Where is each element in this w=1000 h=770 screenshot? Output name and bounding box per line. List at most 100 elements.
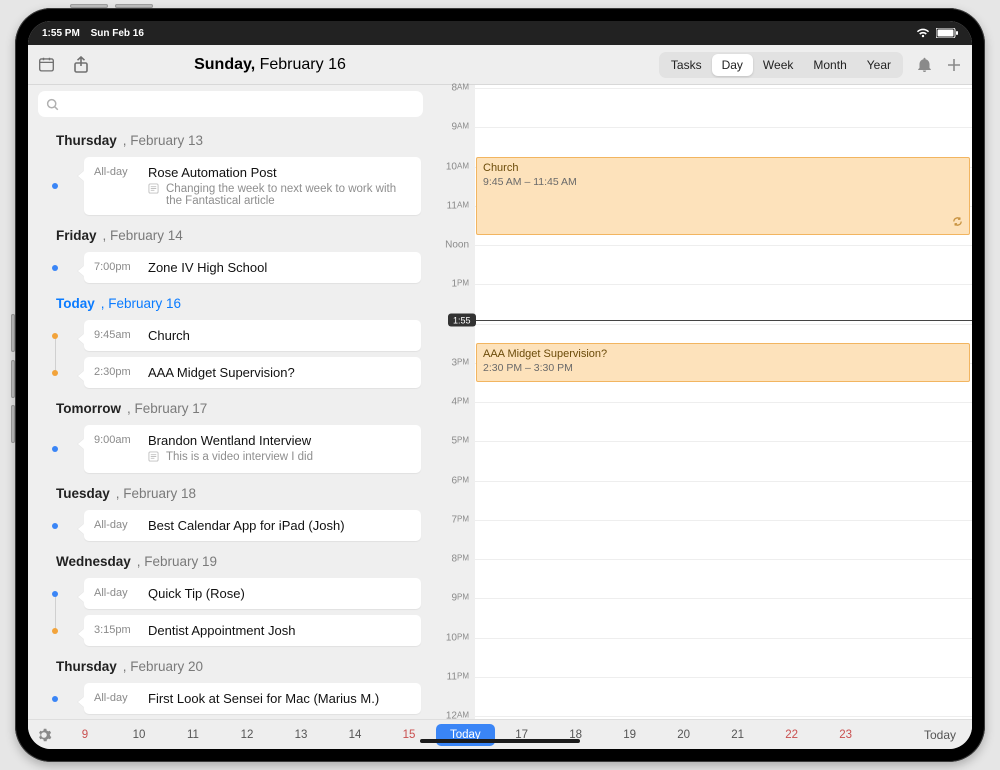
gear-icon[interactable]	[36, 727, 58, 743]
share-icon[interactable]	[73, 56, 89, 74]
event-note: Changing the week to next week to work w…	[148, 183, 411, 207]
status-time: 1:55 PM	[42, 28, 80, 39]
calendar-dot	[52, 523, 58, 529]
hour-label: 8PM	[431, 554, 469, 565]
date-strip-day[interactable]: 21	[711, 725, 765, 745]
date-strip-day[interactable]: 19	[603, 725, 657, 745]
date-strip-day[interactable]: 20	[657, 725, 711, 745]
hour-label: 9AM	[431, 122, 469, 133]
calendar-dot	[52, 183, 58, 189]
event-card[interactable]: 7:00pmZone IV High School	[84, 252, 421, 283]
jump-to-today-button[interactable]: Today	[916, 728, 964, 742]
event-time: All-day	[94, 518, 138, 531]
note-icon	[148, 183, 160, 207]
calendar-dot	[52, 446, 58, 452]
day-header: Thursday, February 20	[28, 649, 433, 680]
date-strip-day[interactable]: 12	[220, 725, 274, 745]
day-header: Wednesday, February 19	[28, 544, 433, 575]
hour-label: 11PM	[431, 671, 469, 682]
event-card[interactable]: All-day First Look at Sensei for Mac (Mar…	[84, 683, 421, 714]
battery-icon	[936, 28, 958, 38]
calendar-dot	[52, 265, 58, 271]
event-title: First Look at Sensei for Mac (Marius M.)	[148, 691, 411, 706]
event-card[interactable]: 9:00am Brandon Wentland Interview This is …	[84, 425, 421, 473]
calendar-dot	[52, 696, 58, 702]
event-title: AAA Midget Supervision?	[148, 365, 411, 380]
current-time-indicator: 1:55	[475, 320, 972, 321]
event-card[interactable]: All-dayQuick Tip (Rose)	[84, 578, 421, 609]
event-title: Quick Tip (Rose)	[148, 586, 411, 601]
day-header: Today, February 16	[28, 286, 433, 317]
status-date: Sun Feb 16	[91, 28, 144, 39]
event-title: Best Calendar App for iPad (Josh)	[148, 518, 411, 533]
timed-event-time: 2:30 PM – 3:30 PM	[483, 362, 963, 374]
hour-label: 10PM	[431, 632, 469, 643]
event-time: 2:30pm	[94, 365, 138, 378]
view-tab-tasks[interactable]: Tasks	[661, 54, 712, 76]
date-strip-day[interactable]: 11	[166, 725, 220, 745]
timed-event-title: Church	[483, 162, 963, 174]
event-title: Zone IV High School	[148, 260, 411, 275]
calendar-dot	[52, 333, 58, 339]
view-tab-month[interactable]: Month	[803, 54, 856, 76]
date-strip-day[interactable]: 10	[112, 725, 166, 745]
view-segmented-control[interactable]: TasksDayWeekMonthYear	[659, 52, 903, 78]
event-card[interactable]: All-day Rose Automation Post Changing the …	[84, 157, 421, 215]
day-grid-pane[interactable]: 8AM9AM10AM11AMNoon1PM2PM3PM4PM5PM6PM7PM8…	[433, 85, 972, 719]
hour-label: 11AM	[431, 200, 469, 211]
toolbar: Sunday, February 16 TasksDayWeekMonthYea…	[28, 45, 972, 85]
calendar-dot	[52, 591, 58, 597]
event-time: 3:15pm	[94, 623, 138, 636]
event-card[interactable]: 3:15pm Dentist Appointment Josh	[84, 615, 421, 646]
date-strip-day[interactable]: 13	[274, 725, 328, 745]
search-input[interactable]	[38, 91, 423, 117]
date-strip: 9101112131415Today17181920212223 Today	[28, 719, 972, 749]
event-note: This is a video interview I did	[148, 451, 411, 465]
hour-label: Noon	[431, 240, 469, 251]
event-card[interactable]: 2:30pm AAA Midget Supervision?	[84, 357, 421, 388]
day-header: Tuesday, February 18	[28, 476, 433, 507]
event-title: Brandon Wentland Interview	[148, 433, 411, 448]
hour-label: 8AM	[431, 83, 469, 94]
hour-label: 10AM	[431, 161, 469, 172]
home-indicator[interactable]	[420, 739, 580, 743]
recurring-icon	[952, 216, 963, 230]
day-header: Friday, February 14	[28, 218, 433, 249]
event-time: 9:00am	[94, 433, 138, 446]
wifi-icon	[916, 28, 930, 38]
timed-event-title: AAA Midget Supervision?	[483, 348, 963, 360]
event-time: All-day	[94, 691, 138, 704]
view-tab-day[interactable]: Day	[712, 54, 753, 76]
hour-label: 4PM	[431, 397, 469, 408]
event-time: 9:45am	[94, 328, 138, 341]
event-title: Rose Automation Post	[148, 165, 411, 180]
date-strip-day[interactable]: 23	[819, 725, 873, 745]
day-header: Tomorrow, February 17	[28, 391, 433, 422]
timed-event-time: 9:45 AM – 11:45 AM	[483, 176, 963, 188]
bell-icon[interactable]	[917, 57, 932, 73]
day-header: Thursday, February 13	[28, 123, 433, 154]
status-bar: 1:55 PM Sun Feb 16	[28, 21, 972, 45]
calendar-icon[interactable]	[38, 56, 55, 73]
view-tab-year[interactable]: Year	[857, 54, 901, 76]
event-title: Church	[148, 328, 411, 343]
event-time: All-day	[94, 165, 138, 178]
event-title: Dentist Appointment Josh	[148, 623, 411, 638]
event-card[interactable]: 9:45am Church	[84, 320, 421, 351]
date-strip-day[interactable]: 22	[765, 725, 819, 745]
calendar-dot	[52, 370, 58, 376]
hour-label: 1PM	[431, 279, 469, 290]
plus-icon[interactable]	[946, 57, 962, 73]
hour-label: 9PM	[431, 593, 469, 604]
date-strip-day[interactable]: 14	[328, 725, 382, 745]
timed-event[interactable]: Church 9:45 AM – 11:45 AM	[476, 157, 970, 236]
hour-label: 5PM	[431, 436, 469, 447]
event-list-pane: Thursday, February 13 All-day Rose Automat…	[28, 85, 433, 719]
hour-label: 6PM	[431, 475, 469, 486]
hour-label: 7PM	[431, 514, 469, 525]
date-strip-day[interactable]: 9	[58, 725, 112, 745]
hour-label: 3PM	[431, 357, 469, 368]
event-card[interactable]: All-day Best Calendar App for iPad (Josh)	[84, 510, 421, 541]
view-tab-week[interactable]: Week	[753, 54, 803, 76]
timed-event[interactable]: AAA Midget Supervision? 2:30 PM – 3:30 PM	[476, 343, 970, 382]
